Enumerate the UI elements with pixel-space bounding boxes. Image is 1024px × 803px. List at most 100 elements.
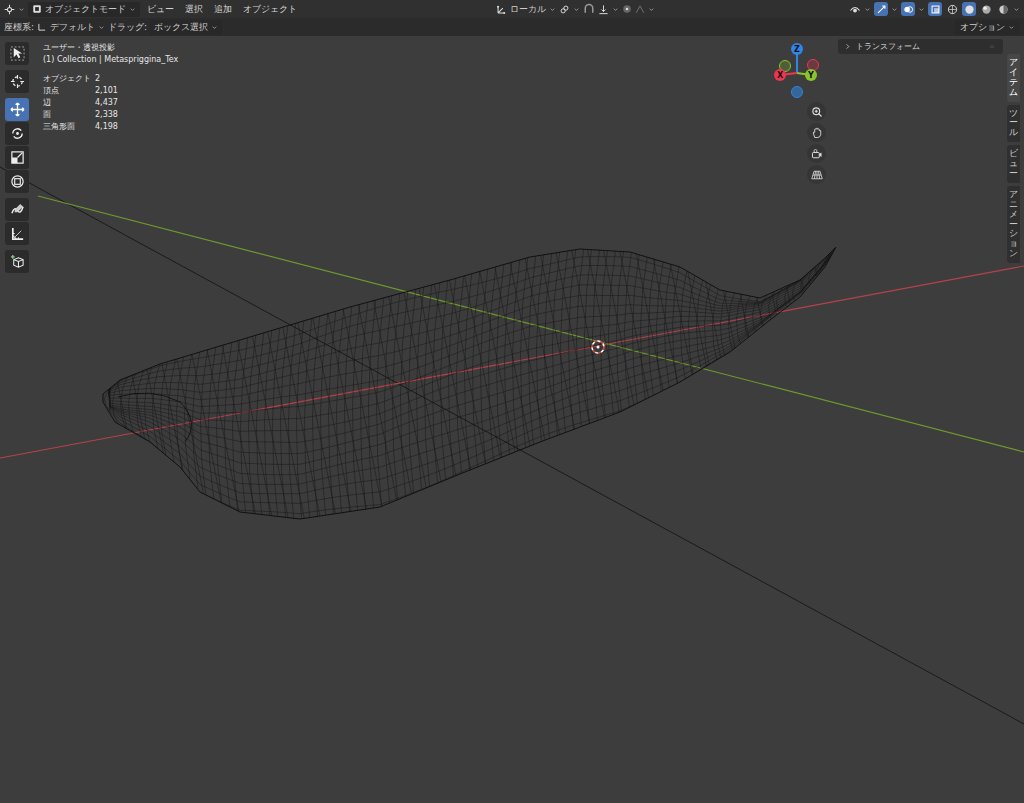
mode-dropdown[interactable]: オブジェクトモード xyxy=(28,2,140,17)
axis-handle[interactable] xyxy=(774,69,786,81)
drag-setting-dropdown[interactable]: ボックス選択 xyxy=(150,20,222,35)
chevron-down-icon[interactable] xyxy=(864,6,871,13)
stat-value: 2 xyxy=(95,73,178,85)
cursor-tool[interactable] xyxy=(5,70,29,93)
zoom-button[interactable] xyxy=(807,102,826,121)
menu-item[interactable]: 選択 xyxy=(181,2,207,17)
navigation-gizmo[interactable]: ZXY xyxy=(770,42,826,102)
axis-handle[interactable] xyxy=(805,69,817,81)
snap-dropdown[interactable] xyxy=(598,4,619,15)
drag-setting-value: ボックス選択 xyxy=(154,21,208,34)
negative-axis-handle[interactable] xyxy=(808,60,819,71)
chevron-down-icon[interactable] xyxy=(648,6,655,13)
chevron-down-icon[interactable] xyxy=(891,6,898,13)
chevron-down-icon[interactable] xyxy=(98,24,105,31)
options-button[interactable]: オプション xyxy=(955,20,1020,35)
editor-type-button[interactable] xyxy=(4,4,25,15)
cursor-icon xyxy=(10,74,25,89)
menu-item[interactable]: 追加 xyxy=(210,2,236,17)
menu-item[interactable]: オブジェクト xyxy=(239,2,301,17)
orientation-icon[interactable] xyxy=(496,4,507,15)
falloff-icon[interactable] xyxy=(635,4,645,14)
chevron-down-icon[interactable] xyxy=(211,24,218,31)
overlays-toggle[interactable] xyxy=(901,2,915,16)
toolbar xyxy=(5,42,29,274)
axes-icon xyxy=(37,22,47,32)
axis-label: Y xyxy=(807,71,814,80)
rotate-icon xyxy=(10,126,25,141)
chevron-down-icon[interactable] xyxy=(573,6,580,13)
chevron-down-icon[interactable] xyxy=(129,6,136,13)
material-icon xyxy=(981,4,992,15)
perspective-grid-button[interactable] xyxy=(807,165,826,184)
add-cube-tool[interactable] xyxy=(5,250,29,273)
scene-canvas[interactable] xyxy=(0,36,1024,803)
annotate-tool[interactable] xyxy=(5,198,29,221)
header-center: ローカル xyxy=(496,3,655,16)
orientation-dropdown[interactable]: ローカル xyxy=(496,3,556,16)
chevron-down-icon[interactable] xyxy=(1008,24,1015,31)
orientation-setting-dropdown[interactable]: デフォルト xyxy=(37,21,105,34)
drag-handle-icon[interactable] xyxy=(987,44,997,50)
transform-panel-header[interactable]: トランスフォーム xyxy=(838,39,1003,54)
move-tool[interactable] xyxy=(5,98,29,121)
pivot-icon[interactable] xyxy=(559,4,570,15)
object-mode-icon xyxy=(32,4,42,14)
viewport-editor-icon[interactable] xyxy=(4,4,15,15)
navigation-buttons xyxy=(807,102,826,184)
negative-axis-handle[interactable] xyxy=(792,87,803,98)
sidebar-tab[interactable]: アニメーション xyxy=(1007,186,1020,263)
menu-item[interactable]: ビュー xyxy=(143,2,178,17)
overlays-icon xyxy=(903,4,914,15)
viewport[interactable]: ユーザー・透視投影(1) Collection | Metaspriggina_… xyxy=(0,36,1024,803)
camera-button[interactable] xyxy=(807,144,826,163)
stat-value: 4,198 xyxy=(95,121,178,133)
annotate-icon xyxy=(10,202,25,217)
sidebar-tab[interactable]: ツール xyxy=(1007,105,1020,143)
fish-outline xyxy=(103,247,836,519)
gizmo-toggle[interactable] xyxy=(874,2,888,16)
stat-value: 4,437 xyxy=(95,97,178,109)
sidebar-tab-label: アイテム xyxy=(1009,58,1018,98)
transform-tool[interactable] xyxy=(5,170,29,193)
measure-tool[interactable] xyxy=(5,222,29,245)
select-tool[interactable] xyxy=(5,42,29,65)
pan-hand-button[interactable] xyxy=(807,123,826,142)
sidebar-tab-label: ビュー xyxy=(1009,149,1018,179)
disclosure-chevron-icon[interactable] xyxy=(844,43,851,50)
header-bar: オブジェクトモードビュー選択追加オブジェクト ローカル xyxy=(0,0,1024,18)
axis-label: X xyxy=(777,71,784,80)
move-icon xyxy=(10,102,25,117)
axis-handle[interactable] xyxy=(791,43,803,55)
add-cube-icon xyxy=(10,254,25,269)
orientation-setting-label: 座標系: xyxy=(4,21,34,34)
wireframe-shading-button[interactable] xyxy=(945,2,959,16)
rotate-tool[interactable] xyxy=(5,122,29,145)
xray-toggle[interactable] xyxy=(928,2,942,16)
solid-shading-button[interactable] xyxy=(962,2,976,16)
chevron-down-icon[interactable] xyxy=(549,6,556,13)
snap-target-icon[interactable] xyxy=(598,4,609,15)
y-axis-line xyxy=(38,196,1024,452)
3d-cursor-icon[interactable] xyxy=(592,341,604,353)
chevron-down-icon[interactable] xyxy=(612,6,619,13)
visibility-icon[interactable] xyxy=(849,3,861,15)
chevron-down-icon[interactable] xyxy=(1013,6,1020,13)
stat-value: 2,101 xyxy=(95,85,178,97)
chevron-down-icon[interactable] xyxy=(18,6,25,13)
pivot-dropdown[interactable] xyxy=(559,4,580,15)
collection-label: (1) Collection | Metaspriggina_Tex xyxy=(43,54,178,66)
rendered-shading-button[interactable] xyxy=(996,2,1010,16)
scale-tool[interactable] xyxy=(5,146,29,169)
sidebar-tab[interactable]: アイテム xyxy=(1007,54,1020,102)
material-shading-button[interactable] xyxy=(979,2,993,16)
measure-icon xyxy=(10,226,25,241)
pan-hand-icon xyxy=(811,127,823,139)
fish-wireframe[interactable] xyxy=(90,242,881,523)
proportional-edit-icon[interactable] xyxy=(622,4,632,14)
transform-icon xyxy=(10,174,25,189)
sidebar-tab[interactable]: ビュー xyxy=(1007,145,1020,183)
snap-icon[interactable] xyxy=(583,3,595,15)
view-name: ユーザー・透視投影 xyxy=(43,42,178,54)
chevron-down-icon[interactable] xyxy=(918,6,925,13)
